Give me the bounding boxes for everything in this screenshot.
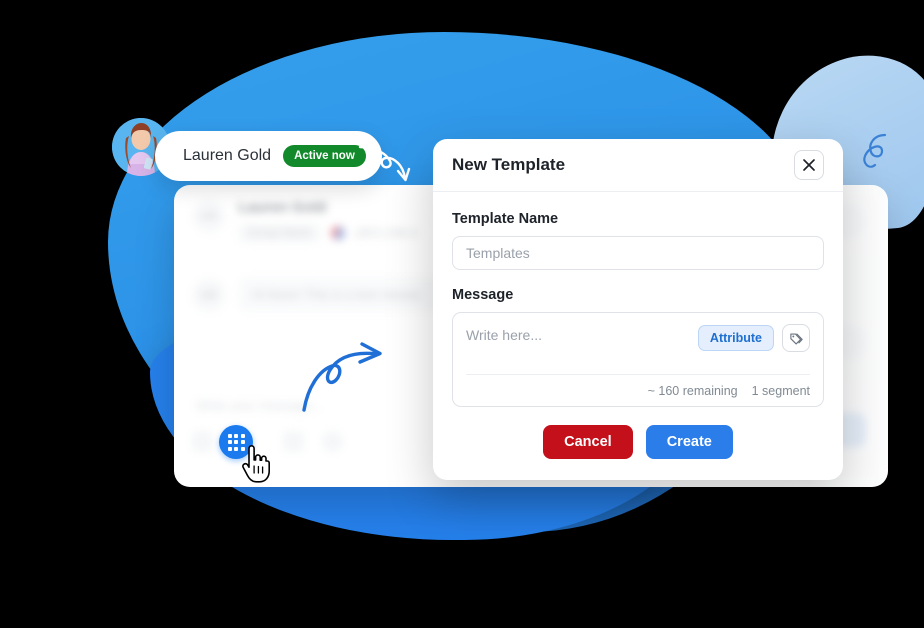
close-icon[interactable] [794, 150, 824, 180]
tag-icon[interactable] [782, 324, 810, 352]
modal-header: New Template [433, 139, 843, 192]
new-template-modal: New Template Template Name Message Write… [433, 139, 843, 480]
emoji-icon [322, 431, 343, 452]
cancel-button[interactable]: Cancel [543, 425, 633, 459]
message-avatar-initials: LG [192, 277, 226, 312]
status-badge: Active now [283, 145, 366, 167]
characters-remaining: ~ 160 remaining [647, 384, 738, 398]
attribute-button[interactable]: Attribute [697, 325, 774, 351]
group-name-tag: Group Name [238, 223, 321, 243]
message-editor-top: Write here... Attribute [466, 324, 810, 368]
message-label: Message [452, 287, 514, 303]
image-icon [192, 431, 213, 452]
message-tools: Attribute [697, 324, 810, 352]
template-name-label: Template Name [452, 211, 559, 227]
modal-title: New Template [452, 155, 566, 174]
attachment-icon [283, 431, 304, 452]
message-placeholder: Write here... [466, 327, 542, 343]
segment-count: 1 segment [751, 384, 810, 398]
flag-icon [330, 226, 345, 240]
contact-avatar-initials: LG [192, 199, 226, 233]
modal-body: Template Name Message Write here... Attr… [433, 192, 843, 407]
contact-status-card[interactable]: Lauren Gold Active now [155, 131, 382, 181]
contact-name: Lauren Gold [238, 199, 327, 216]
create-button[interactable]: Create [645, 425, 733, 459]
contact-card-name: Lauren Gold [183, 147, 272, 164]
composer-placeholder: Write your message... [196, 398, 323, 413]
hand-cursor-icon [242, 445, 270, 483]
contact-phone: (357) 234-2 [354, 226, 418, 240]
modal-footer: Cancel Create [433, 407, 843, 480]
message-counter: ~ 160 remaining 1 segment [466, 375, 810, 398]
template-name-input[interactable] [452, 236, 824, 270]
canvas: LG Lauren Gold Group Name (357) 234-2 LG… [0, 0, 924, 628]
contact-meta: Group Name (357) 234-2 [238, 223, 417, 243]
message-editor[interactable]: Write here... Attribute ~ 160 remaining … [452, 312, 824, 407]
